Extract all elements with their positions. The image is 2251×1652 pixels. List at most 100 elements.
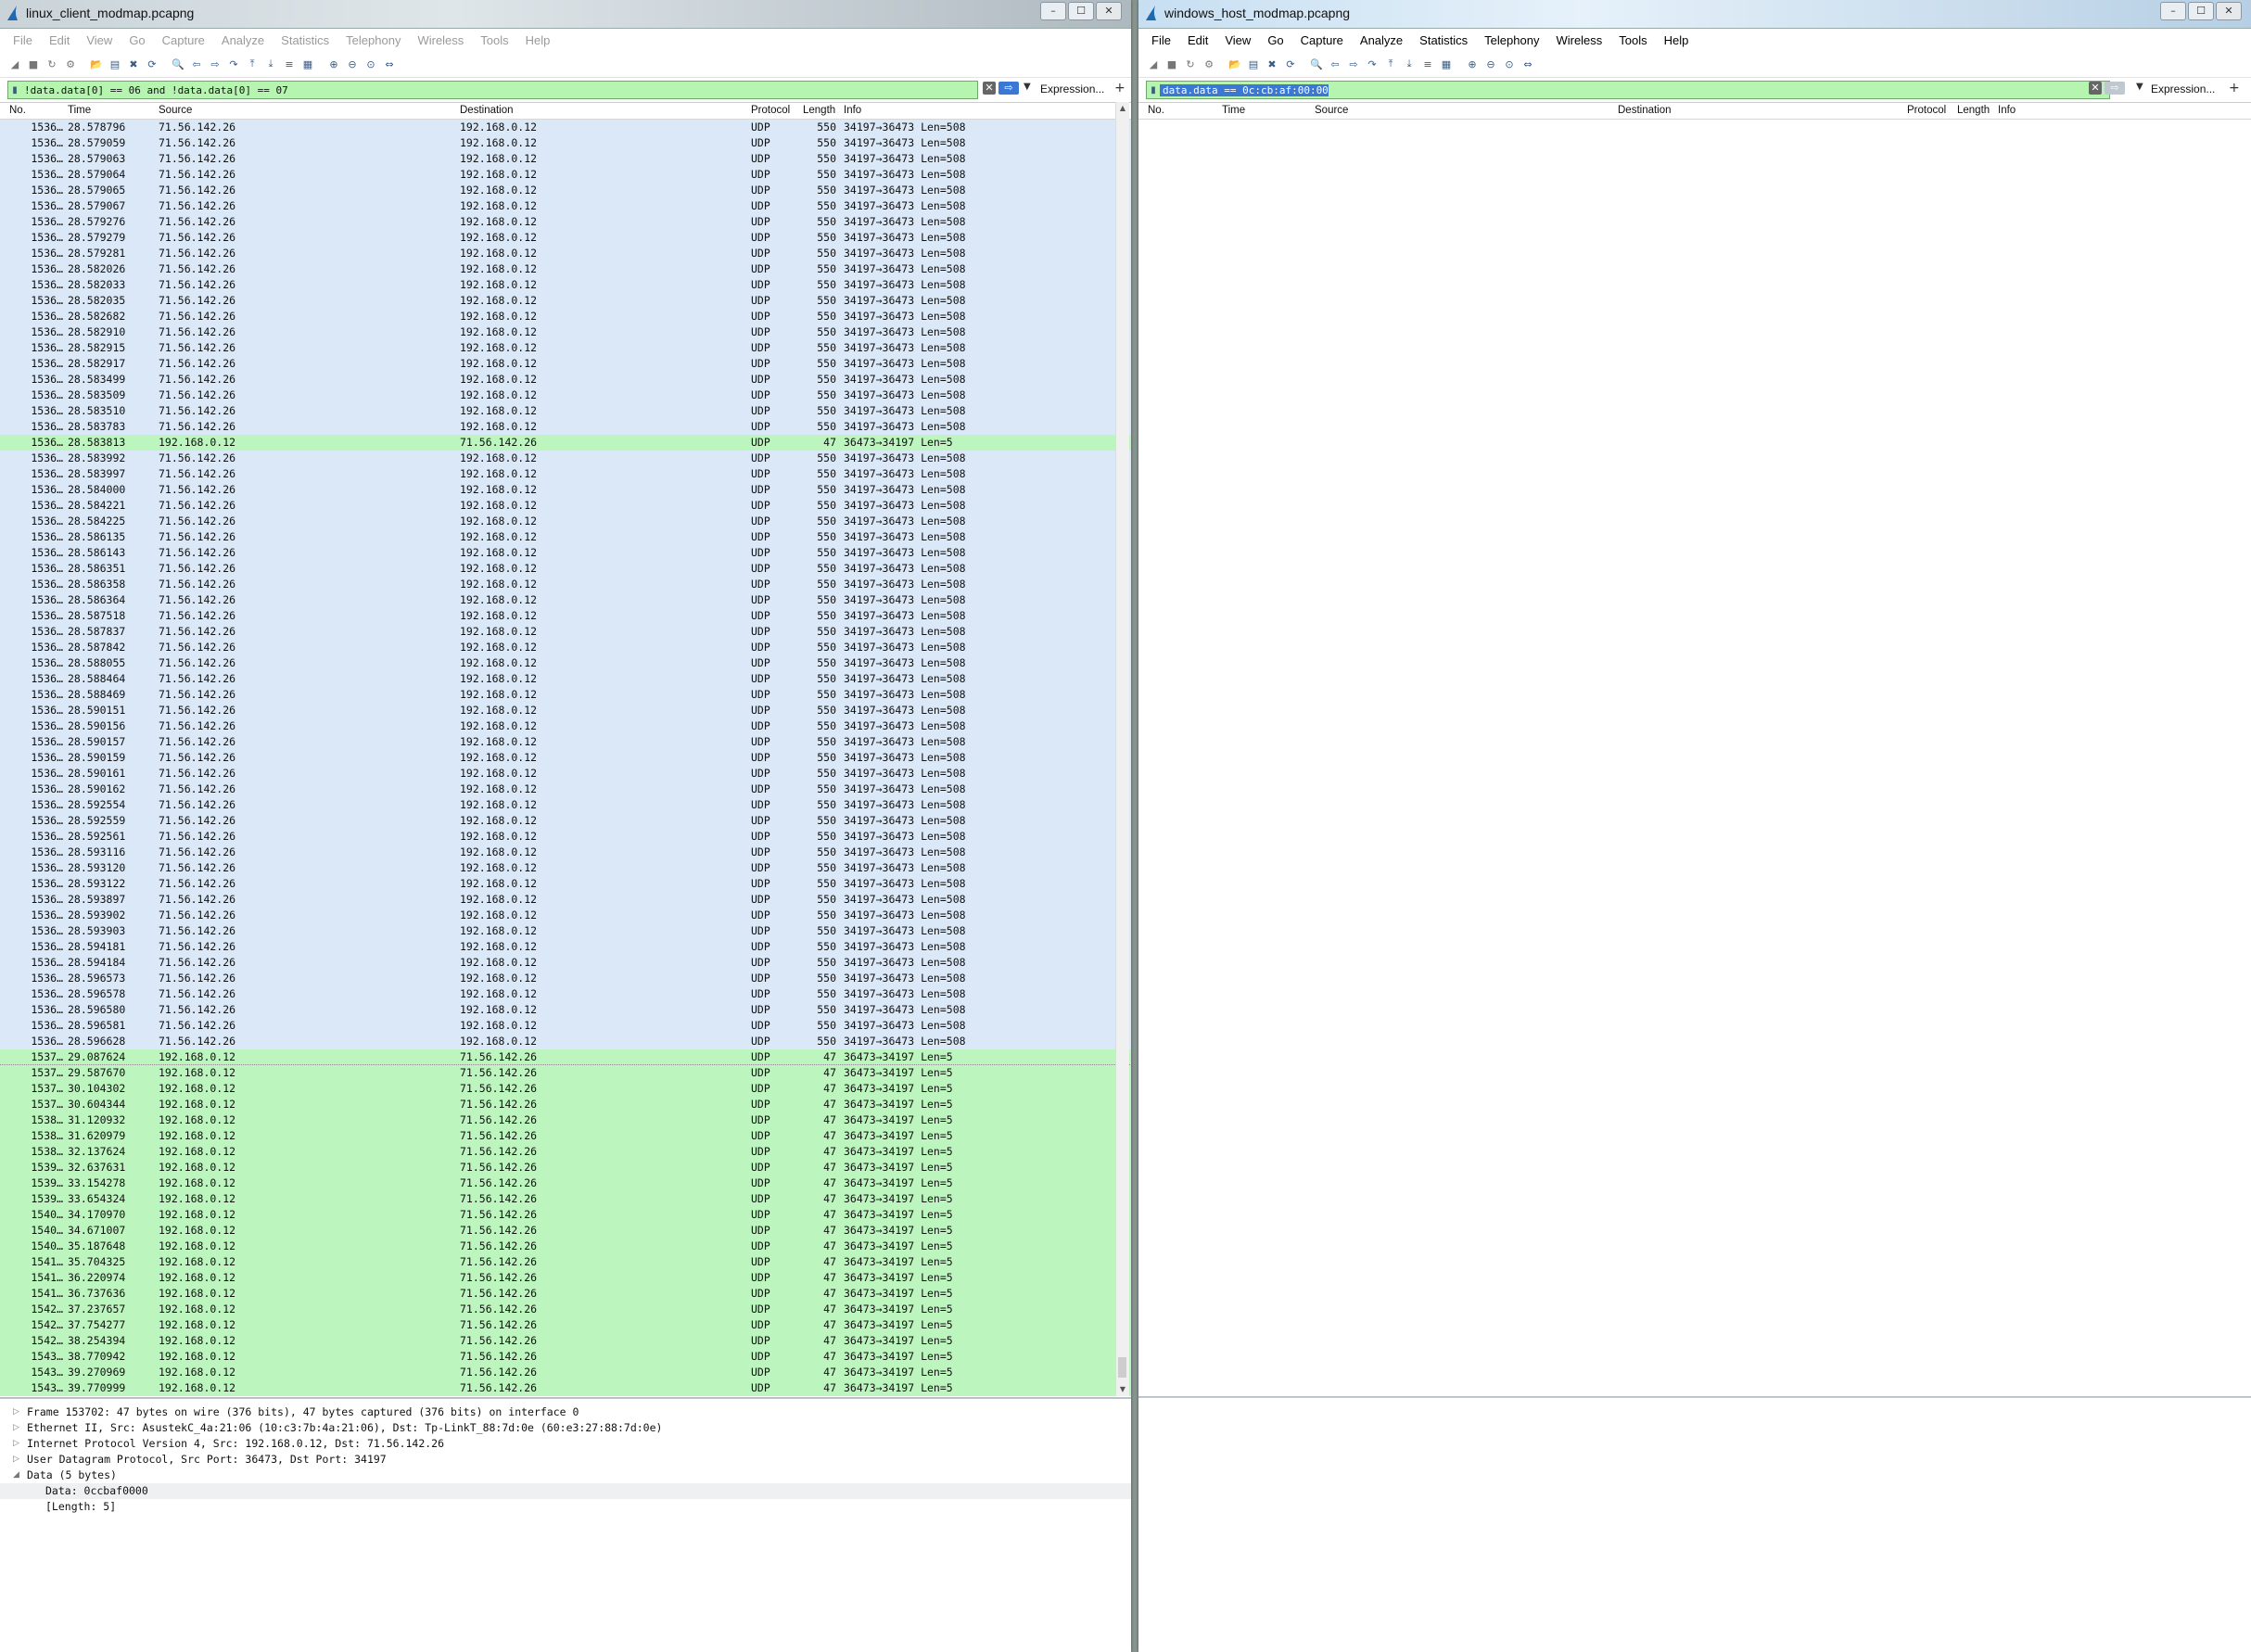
stop-capture-icon[interactable]: ■: [1164, 57, 1179, 71]
table-row[interactable]: 1536… 28.592559 71.56.142.26 192.168.0.12 UD…: [0, 813, 1131, 829]
table-row[interactable]: 1536… 28.594181 71.56.142.26 192.168.0.12 UD…: [0, 939, 1131, 955]
table-row[interactable]: 1536… 28.583997 71.56.142.26 192.168.0.12 UD…: [0, 466, 1131, 482]
table-row[interactable]: 1536… 28.596573 71.56.142.26 192.168.0.12 UD…: [0, 971, 1131, 986]
menu-item-statistics[interactable]: Statistics: [1412, 33, 1475, 47]
restart-capture-icon[interactable]: ↻: [1183, 57, 1198, 71]
table-row[interactable]: 1536… 28.596581 71.56.142.26 192.168.0.12 UD…: [0, 1018, 1131, 1034]
table-row[interactable]: 1536… 28.593897 71.56.142.26 192.168.0.12 UD…: [0, 892, 1131, 908]
table-row[interactable]: 1536… 28.590156 71.56.142.26 192.168.0.12 UD…: [0, 718, 1131, 734]
table-row[interactable]: 1536… 28.587837 71.56.142.26 192.168.0.12 UD…: [0, 624, 1131, 640]
menu-item-capture[interactable]: Capture: [1293, 33, 1351, 47]
table-row[interactable]: 1536… 28.582915 71.56.142.26 192.168.0.12 UD…: [0, 340, 1131, 356]
capture-options-icon[interactable]: ⚙: [63, 57, 78, 71]
menu-item-edit[interactable]: Edit: [42, 33, 77, 47]
table-row[interactable]: 1536… 28.590162 71.56.142.26 192.168.0.12 UD…: [0, 782, 1131, 797]
find-packet-icon[interactable]: 🔍: [1309, 57, 1324, 71]
tree-expanded-icon[interactable]: ◢: [13, 1468, 19, 1483]
close-file-icon[interactable]: ✖: [1265, 57, 1279, 71]
save-file-icon[interactable]: ▤: [108, 57, 122, 71]
menu-item-view[interactable]: View: [79, 33, 120, 47]
go-to-packet-icon[interactable]: ↷: [1365, 57, 1380, 71]
table-row[interactable]: 1538… 31.120932 192.168.0.12 71.56.142.26 UD…: [0, 1112, 1131, 1128]
table-row[interactable]: 1536… 28.582035 71.56.142.26 192.168.0.12 UD…: [0, 293, 1131, 309]
table-row[interactable]: 1542… 38.254394 192.168.0.12 71.56.142.26 UD…: [0, 1333, 1131, 1349]
reload-file-icon[interactable]: ⟳: [1283, 57, 1298, 71]
go-forward-icon[interactable]: ⇨: [1346, 57, 1361, 71]
table-row[interactable]: 1540… 34.671007 192.168.0.12 71.56.142.26 UD…: [0, 1223, 1131, 1239]
apply-filter-icon[interactable]: ⇨: [998, 82, 1019, 95]
table-row[interactable]: 1536… 28.590157 71.56.142.26 192.168.0.12 UD…: [0, 734, 1131, 750]
table-row[interactable]: 1536… 28.579281 71.56.142.26 192.168.0.12 UD…: [0, 246, 1131, 261]
table-row[interactable]: 1536… 28.596628 71.56.142.26 192.168.0.12 UD…: [0, 1034, 1131, 1049]
restart-capture-icon[interactable]: ↻: [45, 57, 59, 71]
menu-item-view[interactable]: View: [1217, 33, 1258, 47]
table-row[interactable]: 1536… 28.583813 192.168.0.12 71.56.142.26 UD…: [0, 435, 1131, 451]
column-header-protocol[interactable]: Protocol: [751, 105, 790, 116]
menu-item-go[interactable]: Go: [121, 33, 152, 47]
column-header-length[interactable]: Length: [803, 105, 835, 116]
close-icon[interactable]: ✕: [2216, 2, 2242, 20]
add-filter-button-icon[interactable]: +: [2229, 81, 2240, 95]
scroll-down-icon[interactable]: ▼: [1116, 1383, 1129, 1396]
menu-item-analyze[interactable]: Analyze: [214, 33, 272, 47]
table-row[interactable]: 1536… 28.594184 71.56.142.26 192.168.0.12 UD…: [0, 955, 1131, 971]
menu-item-file[interactable]: File: [6, 33, 40, 47]
menu-item-file[interactable]: File: [1144, 33, 1178, 47]
table-row[interactable]: 1536… 28.578796 71.56.142.26 192.168.0.12 UD…: [0, 120, 1131, 135]
column-header-length[interactable]: Length: [1957, 105, 1990, 116]
tree-collapsed-icon[interactable]: ▷: [13, 1452, 19, 1468]
column-header-time[interactable]: Time: [1222, 105, 1245, 116]
open-file-icon[interactable]: 📂: [1227, 57, 1242, 71]
autoscroll-icon[interactable]: ≡: [282, 57, 297, 71]
table-row[interactable]: 1540… 34.170970 192.168.0.12 71.56.142.26 UD…: [0, 1207, 1131, 1223]
filter-history-chevron-icon[interactable]: ▼: [2136, 82, 2143, 92]
close-file-icon[interactable]: ✖: [126, 57, 141, 71]
shark-start-icon[interactable]: ◢: [1146, 57, 1161, 71]
table-row[interactable]: 1536… 28.582682 71.56.142.26 192.168.0.12 UD…: [0, 309, 1131, 324]
table-row[interactable]: 1536… 28.584000 71.56.142.26 192.168.0.12 UD…: [0, 482, 1131, 498]
apply-filter-icon[interactable]: ⇨: [2105, 82, 2125, 95]
zoom-in-icon[interactable]: ⊕: [1465, 57, 1480, 71]
table-row[interactable]: 1536… 28.586351 71.56.142.26 192.168.0.12 UD…: [0, 561, 1131, 577]
table-row[interactable]: 1536… 28.584221 71.56.142.26 192.168.0.12 UD…: [0, 498, 1131, 514]
clear-filter-icon[interactable]: ✕: [983, 82, 996, 95]
stop-capture-icon[interactable]: ■: [26, 57, 41, 71]
table-row[interactable]: 1539… 33.154278 192.168.0.12 71.56.142.26 UD…: [0, 1175, 1131, 1191]
column-header-no[interactable]: No.: [9, 105, 26, 116]
table-row[interactable]: 1536… 28.579065 71.56.142.26 192.168.0.12 UD…: [0, 183, 1131, 198]
expression-button[interactable]: Expression...: [2151, 83, 2215, 95]
table-row[interactable]: 1541… 36.737636 192.168.0.12 71.56.142.26 UD…: [0, 1286, 1131, 1302]
table-row[interactable]: 1536… 28.596580 71.56.142.26 192.168.0.12 UD…: [0, 1002, 1131, 1018]
table-row[interactable]: 1536… 28.593120 71.56.142.26 192.168.0.12 UD…: [0, 860, 1131, 876]
menu-item-tools[interactable]: Tools: [473, 33, 515, 47]
table-row[interactable]: 1536… 28.588469 71.56.142.26 192.168.0.12 UD…: [0, 687, 1131, 703]
first-packet-icon[interactable]: ⤒: [245, 57, 260, 71]
table-row[interactable]: 1536… 28.587518 71.56.142.26 192.168.0.12 UD…: [0, 608, 1131, 624]
menu-item-analyze[interactable]: Analyze: [1353, 33, 1410, 47]
table-row[interactable]: 1542… 37.754277 192.168.0.12 71.56.142.26 UD…: [0, 1317, 1131, 1333]
table-row[interactable]: 1536… 28.590159 71.56.142.26 192.168.0.12 UD…: [0, 750, 1131, 766]
go-forward-icon[interactable]: ⇨: [208, 57, 223, 71]
column-header-source[interactable]: Source: [1315, 105, 1348, 116]
menu-item-telephony[interactable]: Telephony: [1477, 33, 1546, 47]
table-row[interactable]: 1537… 30.604344 192.168.0.12 71.56.142.26 UD…: [0, 1097, 1131, 1112]
table-row[interactable]: 1536… 28.586143 71.56.142.26 192.168.0.12 UD…: [0, 545, 1131, 561]
tree-collapsed-icon[interactable]: ▷: [13, 1436, 19, 1452]
menu-item-tools[interactable]: Tools: [1611, 33, 1654, 47]
zoom-out-icon[interactable]: ⊖: [345, 57, 360, 71]
table-row[interactable]: 1537… 30.104302 192.168.0.12 71.56.142.26 UD…: [0, 1081, 1131, 1097]
table-row[interactable]: 1536… 28.582026 71.56.142.26 192.168.0.12 UD…: [0, 261, 1131, 277]
column-header-time[interactable]: Time: [68, 105, 91, 116]
table-row[interactable]: 1539… 33.654324 192.168.0.12 71.56.142.26 UD…: [0, 1191, 1131, 1207]
table-row[interactable]: 1536… 28.582917 71.56.142.26 192.168.0.12 UD…: [0, 356, 1131, 372]
menu-item-wireless[interactable]: Wireless: [1548, 33, 1609, 47]
zoom-out-icon[interactable]: ⊖: [1483, 57, 1498, 71]
packet-list-scrollbar[interactable]: ▲ ▼: [1115, 102, 1129, 1396]
tree-collapsed-icon[interactable]: ▷: [13, 1404, 19, 1420]
scroll-up-icon[interactable]: ▲: [1116, 102, 1129, 115]
normal-size-icon[interactable]: ⊙: [1502, 57, 1517, 71]
resize-columns-icon[interactable]: ⇔: [382, 57, 397, 71]
table-row[interactable]: 1536… 28.583499 71.56.142.26 192.168.0.12 UD…: [0, 372, 1131, 388]
table-row[interactable]: 1536… 28.590151 71.56.142.26 192.168.0.12 UD…: [0, 703, 1131, 718]
column-header-info[interactable]: Info: [844, 105, 861, 116]
